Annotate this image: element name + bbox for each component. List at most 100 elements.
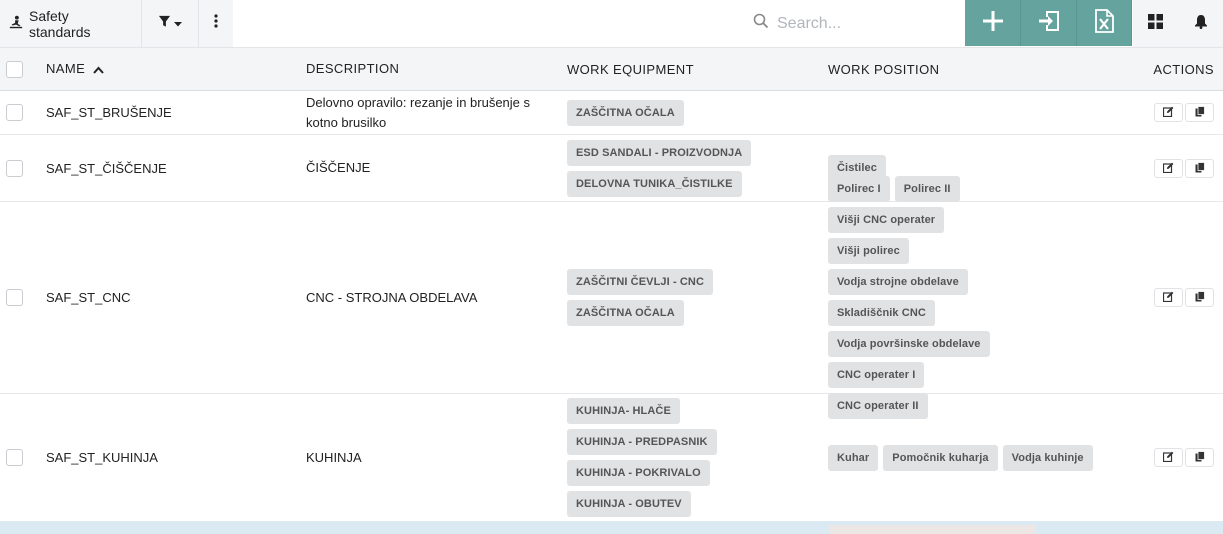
column-header-position[interactable]: WORK POSITION — [828, 62, 1148, 77]
filter-icon — [158, 15, 171, 33]
cell-name: SAF_ST_BRUŠENJE — [46, 105, 172, 120]
equipment-chip: ZAŠČITNA OČALA — [567, 99, 684, 126]
edit-button[interactable] — [1154, 103, 1183, 122]
toolbar-actions — [965, 0, 1132, 47]
equipment-chip: ZAŠČITNA OČALA — [567, 300, 684, 326]
column-header-equipment[interactable]: WORK EQUIPMENT — [567, 62, 828, 77]
cell-equipment: ESD SANDALI - PROIZVODNJA DELOVNA TUNIKA_… — [567, 139, 828, 197]
position-chip: Vodja površinske obdelave — [828, 331, 990, 357]
equipment-chip: DELOVNA TUNIKA_ČISTILKE — [567, 170, 742, 197]
position-chip: Skladiščnik CNC — [828, 300, 935, 326]
position-chip: Polirec II — [894, 176, 960, 202]
add-button[interactable] — [965, 0, 1021, 46]
table-header: NAME DESCRIPTION WORK EQUIPMENT WORK POS… — [0, 47, 1223, 91]
copy-icon — [1195, 161, 1205, 176]
cell-name: SAF_ST_KUHINJA — [46, 450, 158, 465]
copy-icon — [1195, 450, 1205, 465]
row-select-cell — [0, 104, 46, 121]
table-row[interactable]: SAF_ST_BRUŠENJE Delovno opravilo: rezanje… — [0, 91, 1223, 135]
row-select-cell — [0, 449, 46, 466]
edit-icon — [1162, 105, 1174, 120]
row-checkbox[interactable] — [6, 449, 23, 466]
copy-button[interactable] — [1185, 158, 1214, 178]
cell-actions — [1148, 158, 1223, 178]
cell-description: CNC - STROJNA OBDELAVA — [306, 289, 478, 305]
position-chip: Kuhar — [828, 444, 879, 471]
search-icon — [753, 13, 769, 34]
row-select-cell — [0, 289, 46, 306]
scrollbar-thumb[interactable] — [830, 525, 1035, 534]
chevron-down-icon — [174, 15, 182, 33]
column-header-actions: ACTIONS — [1148, 62, 1223, 77]
horizontal-scrollbar[interactable] — [0, 521, 1223, 534]
data-table: NAME DESCRIPTION WORK EQUIPMENT WORK POS… — [0, 47, 1223, 522]
bell-icon — [1194, 14, 1208, 34]
position-chip: CNC operater II — [828, 393, 928, 419]
position-chip: Vodja kuhinje — [1002, 444, 1093, 471]
column-header-actions-label: ACTIONS — [1153, 61, 1214, 77]
edit-button[interactable] — [1154, 158, 1183, 178]
column-header-description[interactable]: DESCRIPTION — [306, 59, 567, 79]
cell-equipment: ZAŠČITNA OČALA — [567, 99, 828, 126]
page-title: Safety standards — [29, 7, 91, 40]
equipment-chip: ZAŠČITNI ČEVLJI - CNC — [567, 269, 713, 295]
select-all-checkbox[interactable] — [6, 60, 23, 78]
plus-icon — [982, 10, 1004, 37]
copy-button[interactable] — [1185, 103, 1214, 122]
toolbar-left: Safety standards — [0, 0, 233, 47]
toolbar: Safety standards — [0, 0, 1223, 47]
edit-icon — [1162, 161, 1174, 176]
table-row[interactable]: SAF_ST_KUHINJA KUHINJA KUHINJA- HLAČE KUHIN… — [0, 394, 1223, 522]
copy-icon — [1195, 290, 1205, 305]
copy-button[interactable] — [1185, 288, 1214, 307]
cell-actions — [1028, 288, 1223, 307]
row-checkbox[interactable] — [6, 289, 23, 306]
search-input[interactable] — [777, 14, 957, 33]
page-title-button[interactable]: Safety standards — [0, 0, 142, 47]
copy-icon — [1195, 105, 1205, 120]
cell-name: SAF_ST_CNC — [46, 290, 131, 305]
cell-actions — [1148, 448, 1223, 467]
cell-equipment: KUHINJA- HLAČE KUHINJA - PREDPASNIK KUHINJ… — [567, 398, 828, 517]
select-all-cell — [0, 60, 46, 78]
position-chip: Višji CNC operater — [828, 207, 945, 233]
column-header-name[interactable]: NAME — [46, 61, 306, 77]
export-excel-button[interactable] — [1077, 0, 1132, 46]
toolbar-right — [1133, 0, 1223, 47]
import-button[interactable] — [1021, 0, 1077, 46]
edit-icon — [1162, 450, 1174, 465]
equipment-chip: KUHINJA - POKRIVALO — [567, 460, 710, 486]
notifications-button[interactable] — [1178, 0, 1223, 47]
sort-ascending-icon — [93, 62, 104, 77]
table-row[interactable]: SAF_ST_ČIŠČENJE ČIŠČENJE ESD SANDALI - PRO… — [0, 135, 1223, 202]
filter-button[interactable] — [142, 0, 199, 47]
edit-button[interactable] — [1154, 288, 1183, 307]
position-chip: Višji polirec — [828, 238, 909, 264]
cell-position: Kuhar Pomočnik kuharja Vodja kuhinje — [828, 444, 1148, 471]
grid-view-icon — [1148, 13, 1163, 34]
cell-description: ČIŠČENJE — [306, 160, 371, 175]
edit-button[interactable] — [1154, 448, 1183, 467]
more-options-button[interactable] — [199, 0, 233, 47]
equipment-chip: KUHINJA - PREDPASNIK — [567, 429, 717, 455]
row-checkbox[interactable] — [6, 104, 23, 121]
row-checkbox[interactable] — [6, 159, 23, 177]
copy-button[interactable] — [1185, 448, 1214, 467]
table-row[interactable]: SAF_ST_CNC CNC - STROJNA OBDELAVA ZAŠČITNI… — [0, 176, 1223, 419]
grid-view-button[interactable] — [1133, 0, 1178, 47]
position-chip: Pomočnik kuharja — [883, 444, 998, 471]
search-bar — [233, 0, 965, 47]
cell-description: KUHINJA — [306, 449, 362, 465]
position-chip: CNC operater I — [828, 362, 925, 388]
equipment-chip: ESD SANDALI - PROIZVODNJA — [567, 139, 752, 166]
position-chip: Polirec I — [828, 176, 890, 202]
excel-icon — [1094, 8, 1114, 38]
equipment-chip: KUHINJA - OBUTEV — [567, 491, 691, 517]
row-select-cell — [0, 159, 46, 177]
cell-actions — [1148, 103, 1223, 122]
cell-name: SAF_ST_ČIŠČENJE — [46, 160, 167, 176]
more-vertical-icon — [214, 14, 218, 33]
cell-description: Delovno opravilo: rezanje in brušenje s … — [306, 94, 531, 130]
import-icon — [1037, 9, 1061, 38]
safety-icon — [9, 15, 23, 32]
